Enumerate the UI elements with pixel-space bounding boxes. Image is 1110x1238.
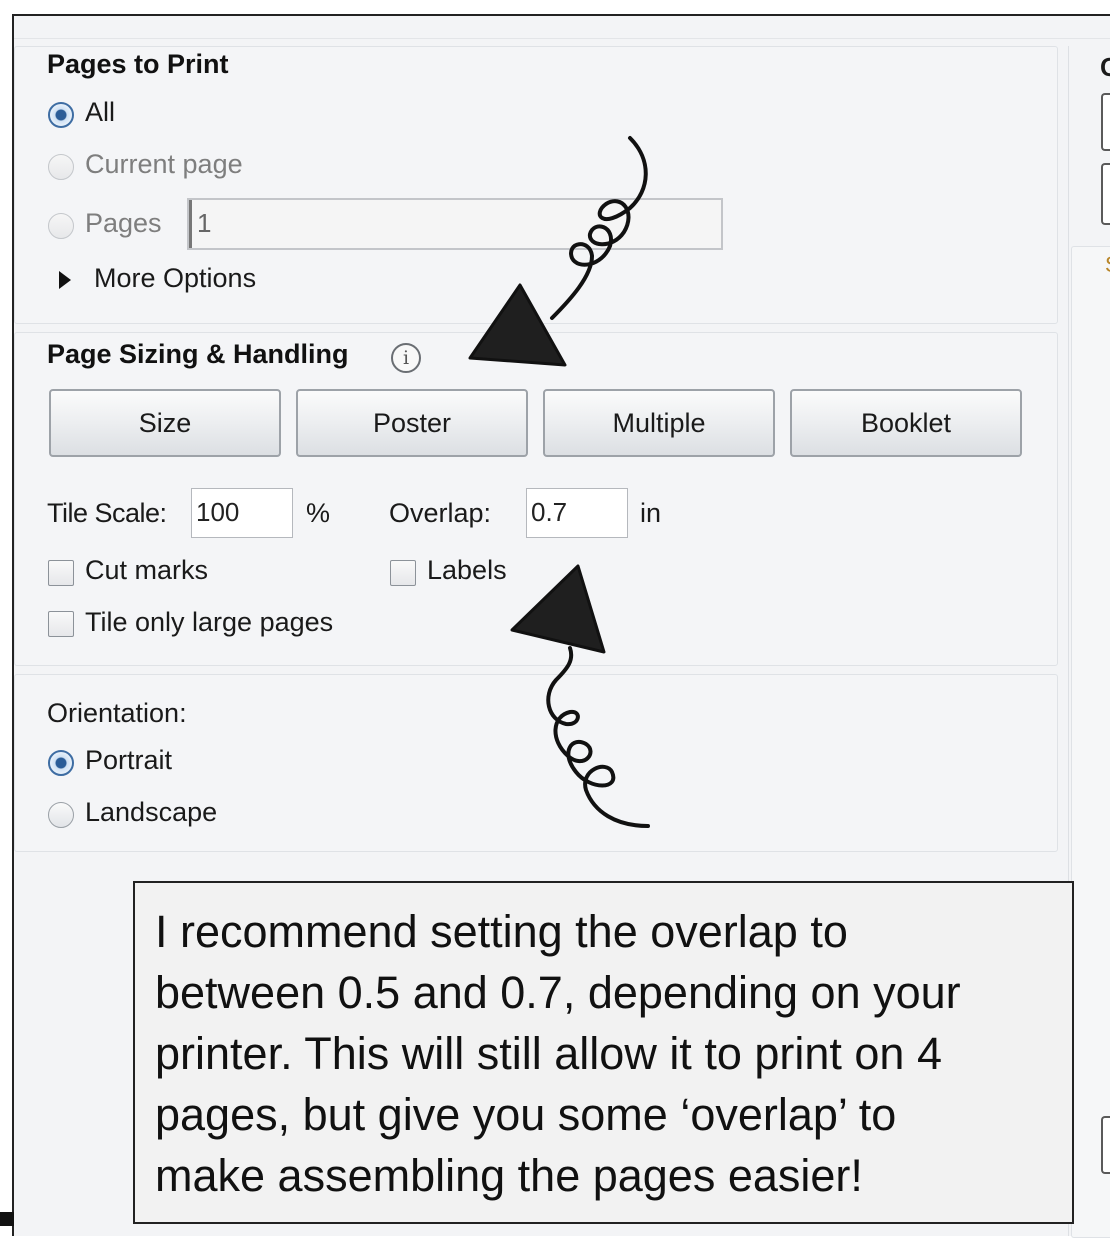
upper-arrowhead: [468, 283, 567, 367]
lower-curly-arrow: [546, 646, 650, 828]
corner-mark: [0, 1212, 14, 1226]
upper-curly-arrow: [550, 136, 648, 320]
note-line: I recommend setting the overlap to: [155, 906, 848, 957]
note-line: printer. This will still allow it to pri…: [155, 1028, 942, 1079]
annotation-note: I recommend setting the overlap to betwe…: [133, 881, 1074, 1224]
lower-arrowhead: [510, 564, 606, 654]
note-line: pages, but give you some ‘overlap’ to: [155, 1089, 897, 1140]
note-line: make assembling the pages easier!: [155, 1150, 863, 1201]
note-line: between 0.5 and 0.7, depending on your: [155, 967, 961, 1018]
